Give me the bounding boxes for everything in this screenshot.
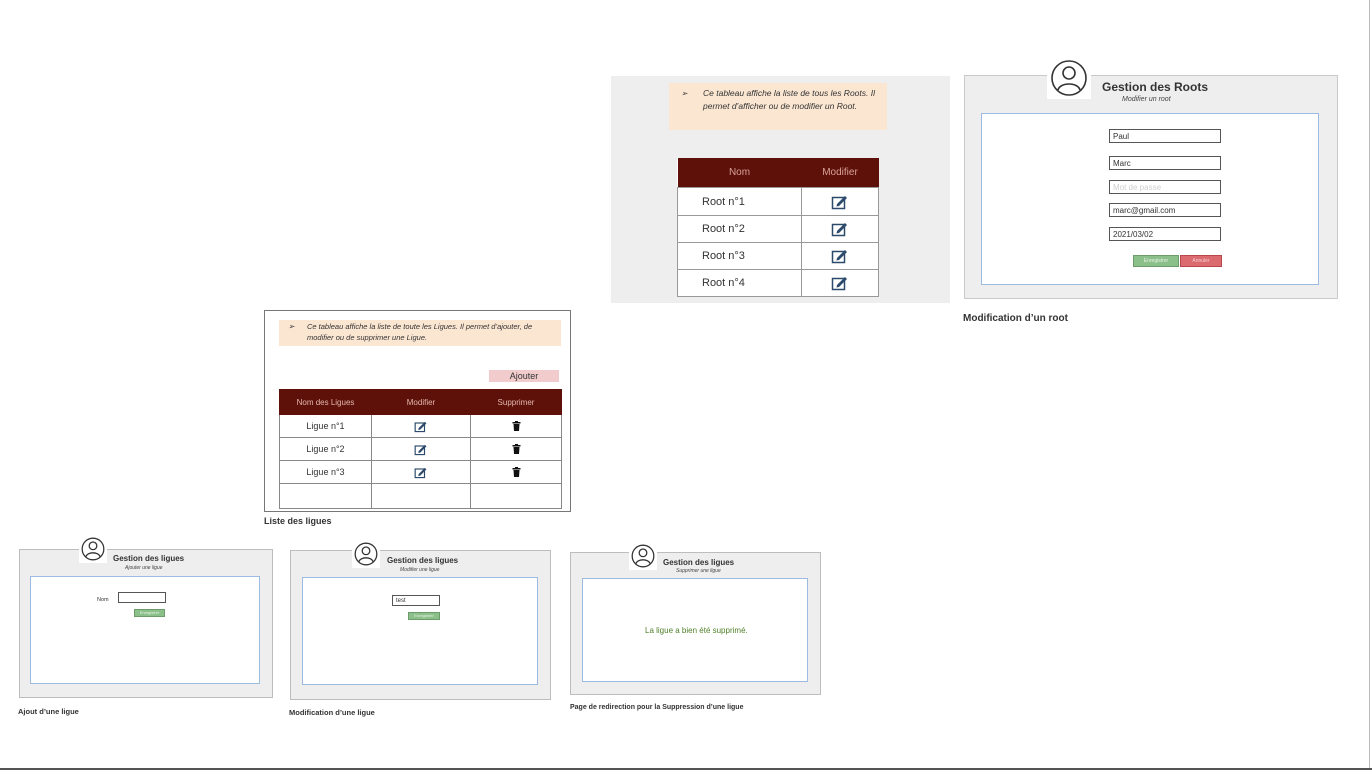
table-row-empty <box>279 483 562 509</box>
column-header-nom-ligues: Nom des Ligues <box>279 389 372 415</box>
table-row: Root n°2 <box>677 215 879 243</box>
edit-icon <box>831 223 847 237</box>
name-field[interactable] <box>118 592 166 603</box>
root-edit-caption: Modification d’un root <box>963 313 1068 324</box>
ligue-name: Ligue n°3 <box>279 460 372 484</box>
empty-cell <box>371 483 471 509</box>
edit-icon <box>831 195 847 209</box>
ligues-table: Nom des Ligues Modifier Supprimer Ligue … <box>279 389 562 509</box>
name-label: Nom <box>97 597 109 603</box>
trash-icon <box>512 467 520 477</box>
page-title: Gestion des ligues <box>663 558 735 567</box>
add-ligue-button[interactable]: Ajouter <box>489 370 559 382</box>
page-edge-bottom <box>0 768 1372 770</box>
empty-cell <box>279 483 372 509</box>
column-header-modifier: Modifier <box>371 389 471 415</box>
column-header-modifier: Modifier <box>801 158 879 188</box>
page-subtitle: Modifier un root <box>1122 96 1171 103</box>
name-field[interactable]: test <box>392 595 440 606</box>
form-frame <box>302 577 538 685</box>
roots-info-note: ➢ Ce tableau affiche la liste de tous le… <box>669 83 887 130</box>
edit-ligue-button[interactable] <box>371 460 471 484</box>
user-avatar-icon <box>631 544 655 568</box>
date-field[interactable]: 2021/03/02 <box>1109 227 1221 241</box>
ligue-name: Ligue n°1 <box>279 414 372 438</box>
page-subtitle: Supprimer une ligue <box>676 568 721 574</box>
column-header-nom: Nom <box>677 158 802 188</box>
delete-ligue-caption: Page de redirection pour la Suppression … <box>570 704 744 711</box>
avatar <box>629 542 657 570</box>
edit-icon <box>831 277 847 291</box>
edit-ligue-caption: Modification d’une ligue <box>289 708 375 717</box>
column-header-supprimer: Supprimer <box>470 389 562 415</box>
save-button[interactable]: Enregistrer <box>1133 255 1179 267</box>
table-row: Root n°1 <box>677 187 879 216</box>
roots-table: Nom Modifier Root n°1 Root n°2 Root n°3 … <box>677 158 879 297</box>
root-name: Root n°3 <box>677 242 802 270</box>
page-title: Gestion des ligues <box>113 554 185 563</box>
edit-icon <box>414 444 427 455</box>
user-avatar-icon <box>1051 60 1087 96</box>
ligues-note-text: Ce tableau affiche la liste de toute les… <box>307 322 533 342</box>
page-subtitle: Modifier une ligue <box>400 567 440 573</box>
ligues-list-caption: Liste des ligues <box>264 516 332 526</box>
roots-note-text: Ce tableau affiche la liste de tous les … <box>703 88 875 111</box>
edit-icon <box>414 421 427 432</box>
success-message: La ligue a bien été supprimé. <box>645 626 748 635</box>
page-edge-right <box>1369 0 1370 770</box>
avatar <box>1047 57 1091 99</box>
page-title: Gestion des ligues <box>387 556 459 565</box>
page-subtitle: Ajouter une ligue <box>125 565 163 571</box>
table-row: Ligue n°3 <box>279 460 562 484</box>
save-button[interactable]: Enregistrer <box>134 609 165 617</box>
trash-icon <box>512 421 520 431</box>
cancel-button[interactable]: Annuler <box>1180 255 1222 267</box>
root-name: Root n°2 <box>677 215 802 243</box>
arrow-bullet-icon: ➢ <box>288 322 295 331</box>
empty-cell <box>470 483 562 509</box>
user-avatar-icon <box>354 542 378 566</box>
edit-root-button[interactable] <box>801 269 879 297</box>
avatar <box>79 535 107 563</box>
delete-ligue-button[interactable] <box>470 437 562 461</box>
root-name: Root n°1 <box>677 187 802 216</box>
password-field[interactable]: Mot de passe <box>1109 180 1221 194</box>
edit-icon <box>831 250 847 264</box>
table-row: Root n°4 <box>677 269 879 297</box>
email-field[interactable]: marc@gmail.com <box>1109 203 1221 217</box>
add-ligue-caption: Ajout d’une ligue <box>18 707 79 716</box>
root-name: Root n°4 <box>677 269 802 297</box>
ligues-info-note: ➢ Ce tableau affiche la liste de toute l… <box>279 320 561 346</box>
lastname-field[interactable]: Marc <box>1109 156 1221 170</box>
edit-icon <box>414 467 427 478</box>
trash-icon <box>512 444 520 454</box>
edit-root-button[interactable] <box>801 215 879 243</box>
table-row: Ligue n°1 <box>279 414 562 438</box>
delete-ligue-button[interactable] <box>470 414 562 438</box>
firstname-field[interactable]: Paul <box>1109 129 1221 143</box>
page-title: Gestion des Roots <box>1102 80 1209 94</box>
user-avatar-icon <box>81 537 105 561</box>
table-row: Root n°3 <box>677 242 879 270</box>
edit-root-button[interactable] <box>801 242 879 270</box>
edit-ligue-button[interactable] <box>371 437 471 461</box>
table-row: Ligue n°2 <box>279 437 562 461</box>
delete-ligue-button[interactable] <box>470 460 562 484</box>
edit-root-button[interactable] <box>801 187 879 216</box>
edit-ligue-button[interactable] <box>371 414 471 438</box>
arrow-bullet-icon: ➢ <box>681 89 688 98</box>
ligue-name: Ligue n°2 <box>279 437 372 461</box>
avatar <box>352 540 380 568</box>
save-button[interactable]: Enregistrer <box>408 612 440 620</box>
